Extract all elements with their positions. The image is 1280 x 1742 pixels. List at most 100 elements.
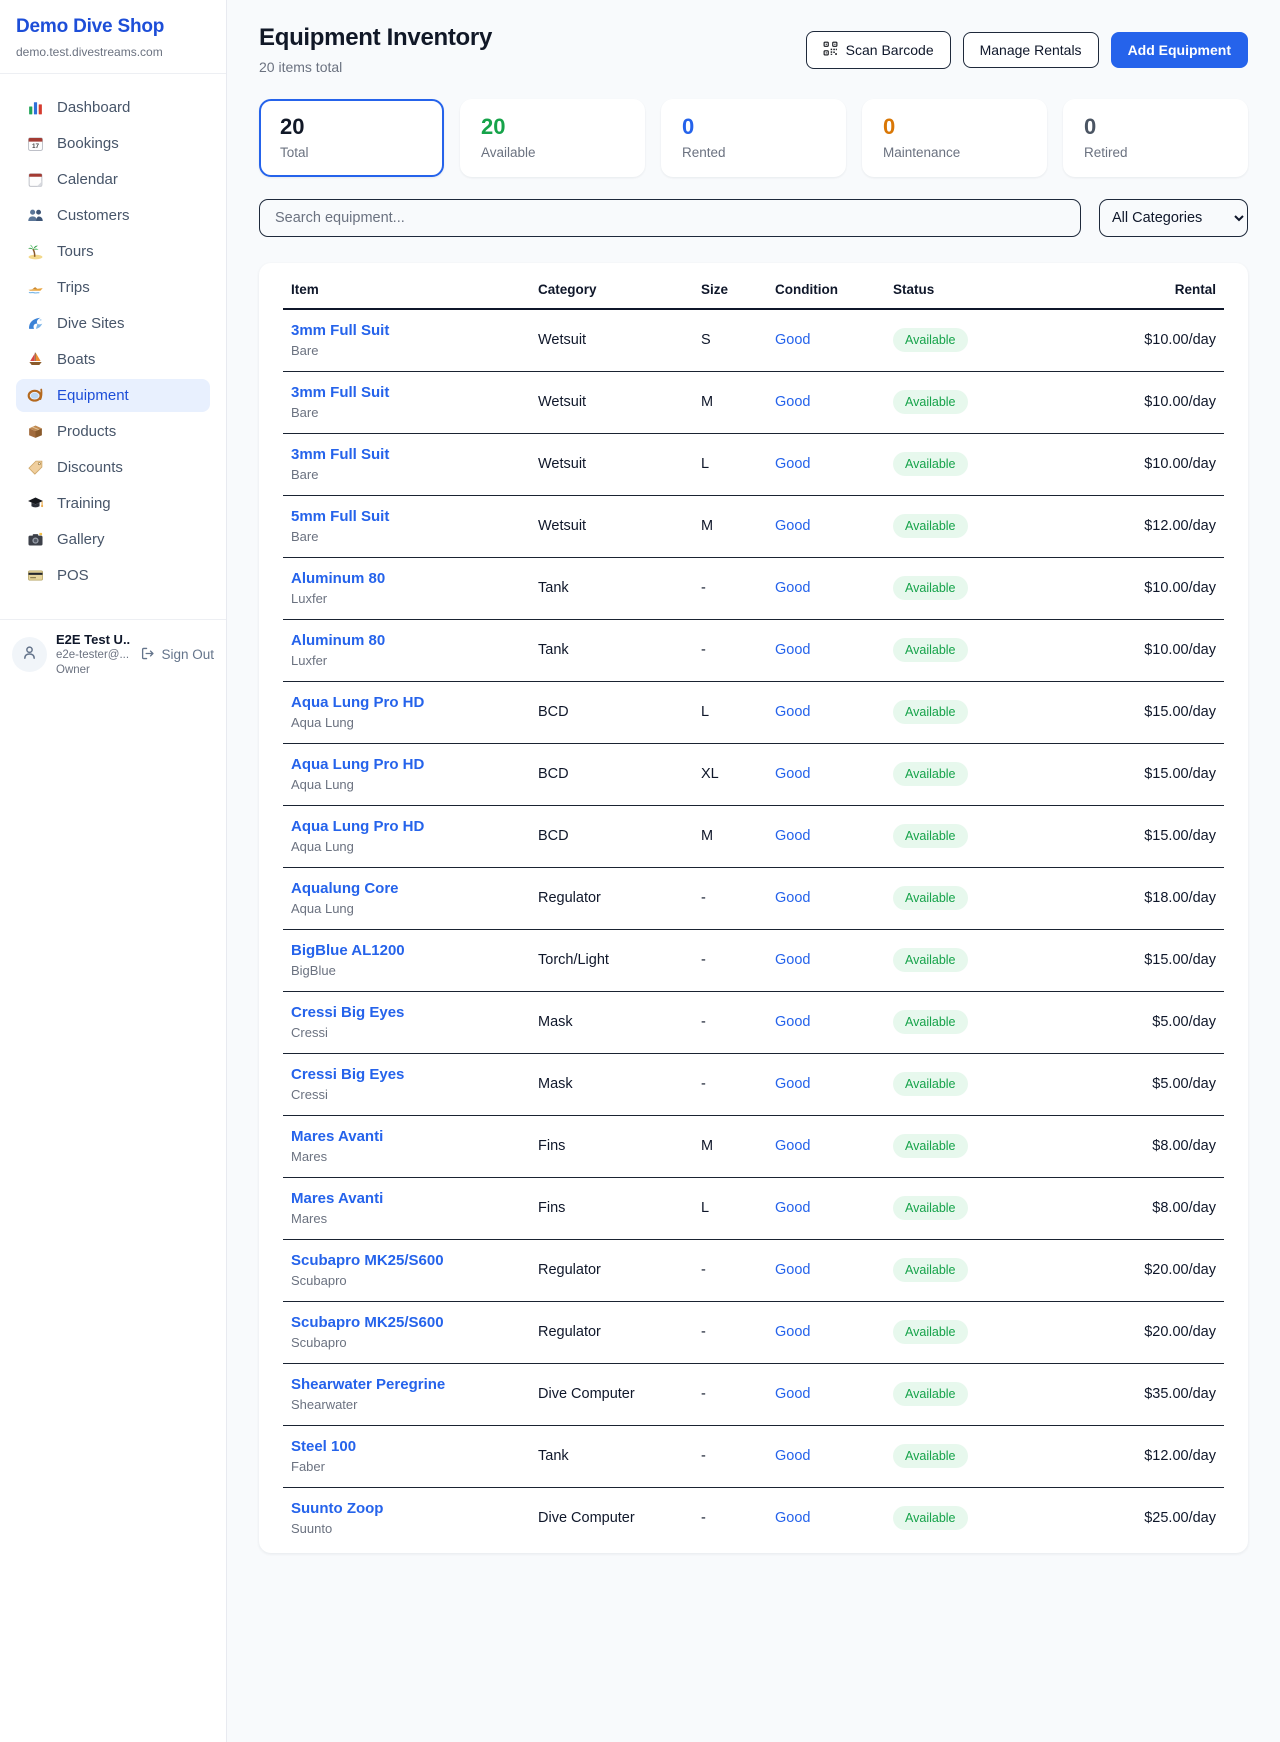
sidebar-item-dashboard[interactable]: Dashboard	[16, 91, 210, 124]
sign-out-button[interactable]: Sign Out	[140, 646, 214, 664]
item-name-link[interactable]: 3mm Full Suit	[291, 446, 522, 463]
condition-link[interactable]: Good	[775, 952, 810, 968]
pos-icon	[27, 567, 44, 584]
table-row: Aqua Lung Pro HDAqua LungBCDXLGoodAvaila…	[283, 743, 1224, 805]
sidebar-item-tours[interactable]: Tours	[16, 235, 210, 268]
condition-link[interactable]: Good	[775, 704, 810, 720]
condition-link[interactable]: Good	[775, 518, 810, 534]
condition-link[interactable]: Good	[775, 1138, 810, 1154]
stat-label: Available	[481, 145, 624, 160]
item-name-link[interactable]: Mares Avanti	[291, 1128, 522, 1145]
tours-icon	[27, 243, 44, 260]
condition-link[interactable]: Good	[775, 1510, 810, 1526]
column-header-category: Category	[530, 265, 693, 309]
sidebar-item-pos[interactable]: POS	[16, 559, 210, 592]
table-row: Cressi Big EyesCressiMask-GoodAvailable$…	[283, 1053, 1224, 1115]
table-row: 3mm Full SuitBareWetsuitMGoodAvailable$1…	[283, 371, 1224, 433]
stat-value: 0	[682, 114, 825, 140]
item-brand: Scubapro	[291, 1335, 522, 1350]
rental-price: $8.00/day	[1045, 1177, 1224, 1239]
condition-link[interactable]: Good	[775, 394, 810, 410]
item-name-link[interactable]: Aluminum 80	[291, 570, 522, 587]
sidebar-item-dive-sites[interactable]: Dive Sites	[16, 307, 210, 340]
sidebar-item-training[interactable]: Training	[16, 487, 210, 520]
item-name-link[interactable]: Aqualung Core	[291, 880, 522, 897]
rental-price: $15.00/day	[1045, 929, 1224, 991]
condition-link[interactable]: Good	[775, 1262, 810, 1278]
status-badge: Available	[893, 1134, 968, 1158]
item-size: M	[693, 1115, 767, 1177]
condition-link[interactable]: Good	[775, 1448, 810, 1464]
sidebar-item-gallery[interactable]: Gallery	[16, 523, 210, 556]
condition-link[interactable]: Good	[775, 1200, 810, 1216]
item-size: -	[693, 619, 767, 681]
condition-link[interactable]: Good	[775, 1324, 810, 1340]
status-badge: Available	[893, 824, 968, 848]
item-name-link[interactable]: Mares Avanti	[291, 1190, 522, 1207]
sidebar-item-equipment[interactable]: Equipment	[16, 379, 210, 412]
item-category: Regulator	[530, 1301, 693, 1363]
sidebar-item-label: Products	[57, 423, 116, 440]
search-input[interactable]	[259, 199, 1081, 237]
item-size: L	[693, 681, 767, 743]
sidebar-item-customers[interactable]: Customers	[16, 199, 210, 232]
stat-card-rented[interactable]: 0Rented	[661, 99, 846, 177]
sidebar-item-bookings[interactable]: 17Bookings	[16, 127, 210, 160]
item-name-link[interactable]: Steel 100	[291, 1438, 522, 1455]
item-name-link[interactable]: Aqua Lung Pro HD	[291, 694, 522, 711]
condition-link[interactable]: Good	[775, 580, 810, 596]
sidebar-item-discounts[interactable]: Discounts	[16, 451, 210, 484]
condition-link[interactable]: Good	[775, 1386, 810, 1402]
item-name-link[interactable]: Aqua Lung Pro HD	[291, 756, 522, 773]
scan-barcode-button[interactable]: Scan Barcode	[806, 31, 951, 69]
equipment-icon	[27, 387, 44, 404]
item-brand: Mares	[291, 1211, 522, 1226]
stat-card-retired[interactable]: 0Retired	[1063, 99, 1248, 177]
status-badge: Available	[893, 1382, 968, 1406]
item-name-link[interactable]: Shearwater Peregrine	[291, 1376, 522, 1393]
status-badge: Available	[893, 328, 968, 352]
condition-link[interactable]: Good	[775, 642, 810, 658]
sidebar-item-trips[interactable]: Trips	[16, 271, 210, 304]
item-name-link[interactable]: Scubapro MK25/S600	[291, 1314, 522, 1331]
add-equipment-button[interactable]: Add Equipment	[1111, 32, 1248, 68]
item-name-link[interactable]: Suunto Zoop	[291, 1500, 522, 1517]
table-row: BigBlue AL1200BigBlueTorch/Light-GoodAva…	[283, 929, 1224, 991]
condition-link[interactable]: Good	[775, 1076, 810, 1092]
header-actions: Scan Barcode Manage Rentals Add Equipmen…	[806, 31, 1248, 69]
table-row: 3mm Full SuitBareWetsuitLGoodAvailable$1…	[283, 433, 1224, 495]
item-name-link[interactable]: Aluminum 80	[291, 632, 522, 649]
condition-link[interactable]: Good	[775, 456, 810, 472]
item-brand: Shearwater	[291, 1397, 522, 1412]
stat-card-available[interactable]: 20Available	[460, 99, 645, 177]
condition-link[interactable]: Good	[775, 332, 810, 348]
sidebar-item-boats[interactable]: Boats	[16, 343, 210, 376]
sidebar-item-calendar[interactable]: Calendar	[16, 163, 210, 196]
condition-link[interactable]: Good	[775, 828, 810, 844]
gallery-icon	[27, 531, 44, 548]
item-category: Tank	[530, 619, 693, 681]
item-name-link[interactable]: 3mm Full Suit	[291, 384, 522, 401]
stat-card-total[interactable]: 20Total	[259, 99, 444, 177]
condition-link[interactable]: Good	[775, 766, 810, 782]
item-size: -	[693, 1053, 767, 1115]
manage-rentals-button[interactable]: Manage Rentals	[963, 32, 1099, 68]
item-name-link[interactable]: Scubapro MK25/S600	[291, 1252, 522, 1269]
item-name-link[interactable]: 3mm Full Suit	[291, 322, 522, 339]
rental-price: $10.00/day	[1045, 557, 1224, 619]
item-brand: Aqua Lung	[291, 715, 522, 730]
status-badge: Available	[893, 638, 968, 662]
condition-link[interactable]: Good	[775, 1014, 810, 1030]
item-name-link[interactable]: BigBlue AL1200	[291, 942, 522, 959]
table-row: Aqua Lung Pro HDAqua LungBCDLGoodAvailab…	[283, 681, 1224, 743]
item-name-link[interactable]: Cressi Big Eyes	[291, 1066, 522, 1083]
sidebar-item-products[interactable]: Products	[16, 415, 210, 448]
item-category: Regulator	[530, 867, 693, 929]
item-name-link[interactable]: 5mm Full Suit	[291, 508, 522, 525]
item-name-link[interactable]: Aqua Lung Pro HD	[291, 818, 522, 835]
category-select[interactable]: All Categories	[1099, 199, 1248, 237]
condition-link[interactable]: Good	[775, 890, 810, 906]
stat-card-maintenance[interactable]: 0Maintenance	[862, 99, 1047, 177]
sidebar-nav: Dashboard17BookingsCalendarCustomersTour…	[0, 74, 226, 605]
item-name-link[interactable]: Cressi Big Eyes	[291, 1004, 522, 1021]
